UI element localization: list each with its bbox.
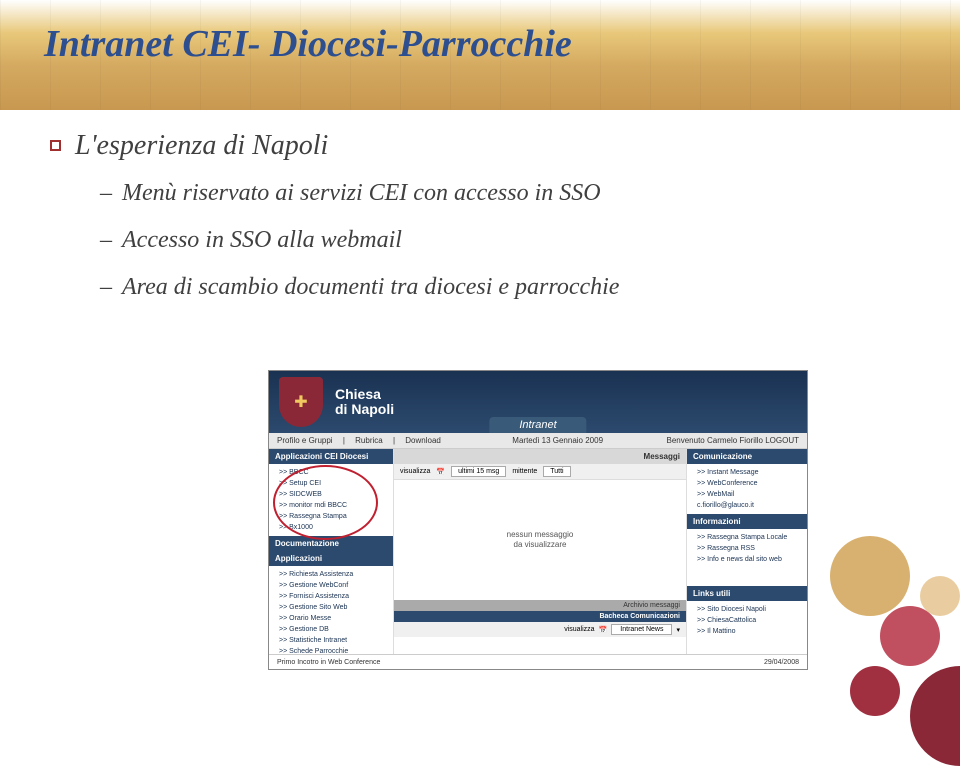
sub-bullet-3: – Area di scambio documenti tra diocesi … <box>100 274 910 301</box>
visualizza-label-2: visualizza <box>564 626 594 633</box>
link-icon <box>733 590 740 597</box>
menu-item[interactable]: >> Setup CEI <box>273 478 389 489</box>
menu-item[interactable]: >> BBCC <box>273 467 389 478</box>
slide-title: Intranet CEI- Diocesi-Parrocchie <box>44 22 572 66</box>
menu-item[interactable]: >> Fornisci Assistenza <box>273 591 389 602</box>
menu-com: >> Instant Message >> WebConference >> W… <box>687 464 807 514</box>
menu-item[interactable]: >> Gestione WebConf <box>273 580 389 591</box>
menu-item[interactable]: >> Rassegna Stampa Locale <box>691 532 803 543</box>
brand-line1: Chiesa <box>335 387 394 402</box>
menu-links: >> Sito Diocesi Napoli >> ChiesaCattolic… <box>687 601 807 640</box>
filter-bar: visualizza 📅 ultimi 15 msg mittente Tutt… <box>394 464 686 480</box>
decor-circle <box>830 536 910 616</box>
section-links: Links utili <box>687 586 807 601</box>
decor-circle <box>910 666 960 766</box>
nav-right: Benvenuto Carmelo Fiorillo LOGOUT <box>666 436 799 445</box>
menu-item[interactable]: >> Schede Parrocchie <box>273 646 389 657</box>
menu-item[interactable]: >> Gestione Sito Web <box>273 602 389 613</box>
bullet-marker <box>50 140 61 151</box>
menu-item[interactable]: >> Statistiche Intranet <box>273 635 389 646</box>
no-messages: nessun messaggio da visualizzare <box>394 480 686 600</box>
main-bullet: L'esperienza di Napoli <box>50 130 910 162</box>
menu-info: >> Rassegna Stampa Locale >> Rassegna RS… <box>687 529 807 568</box>
filter-tutti[interactable]: Tutti <box>543 466 570 477</box>
link-icon <box>755 453 762 460</box>
nav-download[interactable]: Download <box>405 436 441 445</box>
section-messaggi: Messaggi <box>394 449 686 464</box>
nav-logout[interactable]: LOGOUT <box>765 436 799 445</box>
bacheca-filter: visualizza 📅 Intranet News ▾ <box>394 622 686 637</box>
calendar-icon[interactable]: 📅 <box>599 626 608 634</box>
menu-item[interactable]: >> Sito Diocesi Napoli <box>691 604 803 615</box>
section-informazioni: Informazioni <box>687 514 807 529</box>
archivio-bar[interactable]: Archivio messaggi <box>394 600 686 611</box>
brand-line2: di Napoli <box>335 402 394 417</box>
link-icon <box>744 518 751 525</box>
calendar-icon[interactable]: 📅 <box>436 468 445 476</box>
footer-left[interactable]: Primo Incotro in Web Conference <box>277 659 380 666</box>
menu-item[interactable]: >> Richiesta Assistenza <box>273 569 389 580</box>
menu-item[interactable]: >> Il Mattino <box>691 626 803 637</box>
header-brand: Chiesa di Napoli <box>335 387 394 418</box>
menu-item[interactable]: >> Info e news dal sito web <box>691 554 803 565</box>
menu-item[interactable]: >> monitor mdi BBCC <box>273 500 389 511</box>
nav-rubrica[interactable]: Rubrica <box>355 436 383 445</box>
nav-date: Martedì 13 Gennaio 2009 <box>512 436 603 445</box>
menu-item[interactable]: >> SIDCWEB <box>273 489 389 500</box>
section-applicazioni-cei: Applicazioni CEI Diocesi <box>269 449 393 464</box>
left-column: Applicazioni CEI Diocesi >> BBCC >> Setu… <box>269 449 394 654</box>
menu-app: >> Richiesta Assistenza >> Gestione WebC… <box>269 566 393 660</box>
menu-item[interactable]: >> Orario Messe <box>273 613 389 624</box>
dash-marker: – <box>100 274 112 301</box>
menu-item-email: c.fiorillo@glauco.it <box>691 500 803 511</box>
visualizza-label: visualizza <box>400 468 430 475</box>
dash-marker: – <box>100 227 112 254</box>
menu-item[interactable]: >> ChiesaCattolica <box>691 615 803 626</box>
nav-bar: Profilo e Gruppi | Rubrica | Download Ma… <box>269 433 807 449</box>
section-applicazioni: Applicazioni <box>269 551 393 566</box>
section-documentazione: Documentazione <box>269 536 393 551</box>
menu-item[interactable]: >> Rassegna Stampa <box>273 511 389 522</box>
decor-circle <box>850 666 900 716</box>
menu-item[interactable]: >> Bx1000 <box>273 522 389 533</box>
filter-ultimi[interactable]: ultimi 15 msg <box>451 466 506 477</box>
main-bullet-text: L'esperienza di Napoli <box>75 130 328 162</box>
intranet-screenshot: ✚ Chiesa di Napoli Intranet Profilo e Gr… <box>268 370 808 670</box>
nav-profilo[interactable]: Profilo e Gruppi <box>277 436 333 445</box>
menu-item[interactable]: >> Instant Message <box>691 467 803 478</box>
no-msg-line2: da visualizzare <box>507 540 574 550</box>
main-row: Applicazioni CEI Diocesi >> BBCC >> Setu… <box>269 449 807 654</box>
filter-intranet-news[interactable]: Intranet News <box>611 624 672 635</box>
sub-bullet-3-text: Area di scambio documenti tra diocesi e … <box>122 274 619 301</box>
chevron-down-icon[interactable]: ▾ <box>676 626 680 634</box>
menu-cei: >> BBCC >> Setup CEI >> SIDCWEB >> monit… <box>269 464 393 536</box>
menu-item[interactable]: >> WebMail <box>691 489 803 500</box>
nav-left: Profilo e Gruppi | Rubrica | Download <box>277 436 449 445</box>
menu-item[interactable]: >> WebConference <box>691 478 803 489</box>
right-column: Comunicazione >> Instant Message >> WebC… <box>687 449 807 654</box>
sub-bullet-1: – Menù riservato ai servizi CEI con acce… <box>100 180 910 207</box>
menu-item[interactable]: >> Rassegna RSS <box>691 543 803 554</box>
decor-circles <box>800 516 960 756</box>
intranet-header: ✚ Chiesa di Napoli Intranet <box>269 371 807 433</box>
nav-welcome: Benvenuto Carmelo Fiorillo <box>666 436 763 445</box>
decor-circle <box>880 606 940 666</box>
section-comunicazione: Comunicazione <box>687 449 807 464</box>
dash-marker: – <box>100 180 112 207</box>
mittente-label: mittente <box>512 468 537 475</box>
sub-bullet-2: – Accesso in SSO alla webmail <box>100 227 910 254</box>
no-msg-line1: nessun messaggio <box>507 530 574 540</box>
crest-icon: ✚ <box>279 377 323 427</box>
bacheca-bar: Bacheca Comunicazioni <box>394 611 686 622</box>
footer-right: 29/04/2008 <box>764 659 799 666</box>
menu-item[interactable]: >> Gestione DB <box>273 624 389 635</box>
intranet-label: Intranet <box>489 417 586 433</box>
messaggi-label: Messaggi <box>644 452 680 461</box>
sub-bullet-1-text: Menù riservato ai servizi CEI con access… <box>122 180 601 207</box>
mid-column: Messaggi visualizza 📅 ultimi 15 msg mitt… <box>394 449 687 654</box>
slide-content: L'esperienza di Napoli – Menù riservato … <box>50 130 910 321</box>
sub-bullet-2-text: Accesso in SSO alla webmail <box>122 227 402 254</box>
